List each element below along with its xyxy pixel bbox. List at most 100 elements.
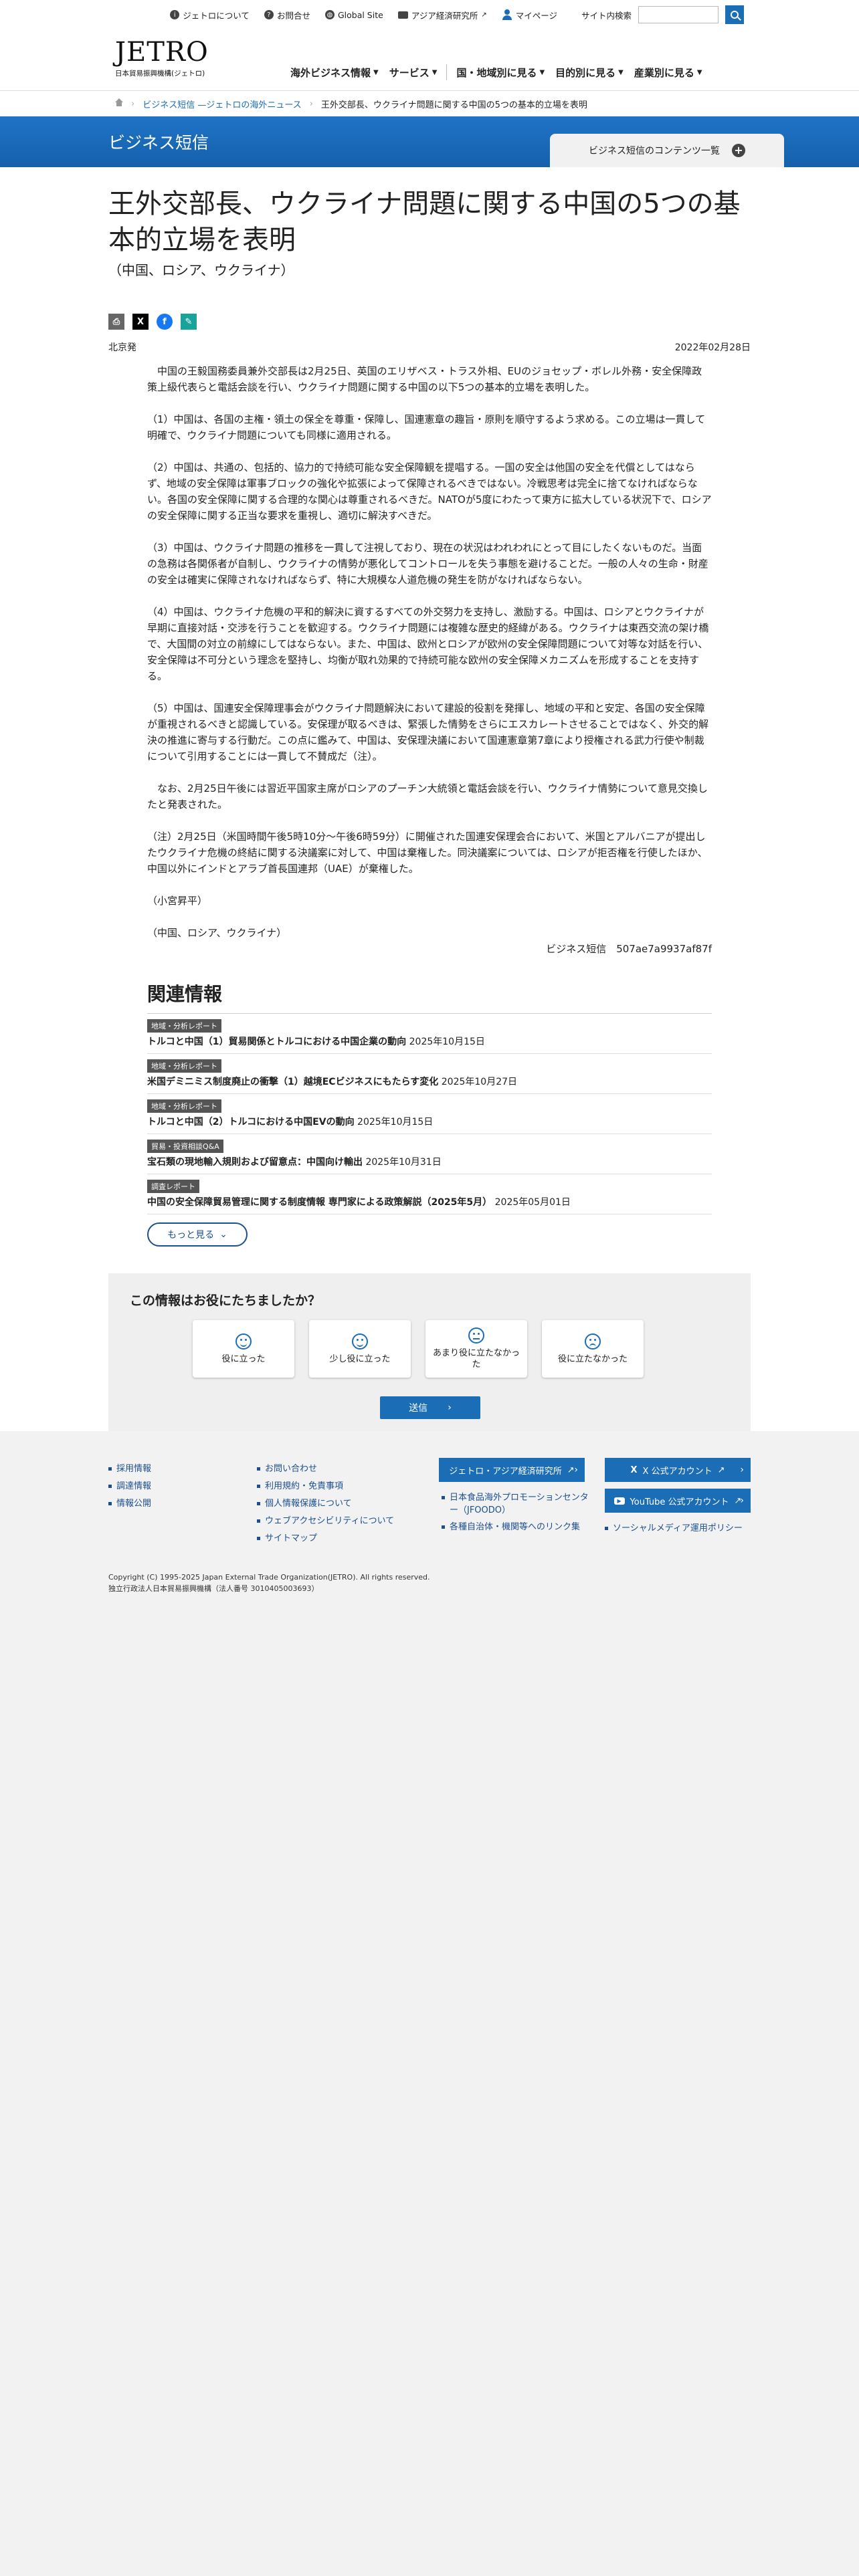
yt-banner-label: YouTube 公式アカウント [630,1497,729,1507]
contact-link[interactable]: ? お問合せ [264,9,310,21]
footer-link[interactable]: 各種自治体・機関等へのリンク集 [442,1521,589,1533]
home-link[interactable] [115,98,123,109]
footer-link[interactable]: 調達情報 [108,1478,151,1495]
related-item[interactable]: 地域・分析レポート トルコと中国（1）貿易関係とトルコにおける中国企業の動向 2… [147,1014,712,1054]
survey-option-helpful[interactable]: 役に立った [193,1320,294,1378]
note-share-icon[interactable]: ✎ [181,314,197,330]
chevron-right-icon: › [740,1465,744,1475]
info-icon: i [170,10,180,19]
footer-link[interactable]: お問い合わせ [257,1461,394,1478]
footer-link[interactable]: 日本食品海外プロモーションセンター（JFOODO） [442,1491,589,1517]
footer-links-left: 日本食品海外プロモーションセンター（JFOODO） 各種自治体・機関等へのリンク… [442,1491,589,1537]
article-meta: 北京発 2022年02月28日 [108,340,751,354]
youtube-icon: ▶ [613,1497,625,1505]
global-site-label: Global Site [337,9,383,20]
nav-label: 海外ビジネス情報 [290,66,371,79]
chevron-right-icon: › [309,98,313,109]
print-icon[interactable]: ⎙ [108,314,124,330]
x-share-icon[interactable]: X [132,314,149,330]
related-tag: 調査レポート [147,1180,199,1193]
footer-link[interactable]: 採用情報 [108,1461,151,1478]
chevron-right-icon: › [574,1465,578,1475]
nav-by-region[interactable]: 国・地域別に見る ▼ [451,64,550,80]
mypage-label: マイページ [515,10,557,21]
author: （小宮昇平） [147,895,208,907]
nav-label: サービス [389,66,430,79]
sad-face-icon [585,1333,601,1350]
nav-by-purpose[interactable]: 目的別に見る ▼ [550,64,629,80]
site-header: JETRO 日本貿易振興機構(ジェトロ) 海外ビジネス情報 ▼ サービス ▼ 国・地… [0,29,859,91]
chevron-right-icon: › [448,1402,452,1413]
section-banner: ビジネス短信 ビジネス短信のコンテンツ一覧 + [0,116,859,167]
breadcrumb-section-link[interactable]: ビジネス短信 —ジェトロの海外ニュース [142,98,301,110]
footer-link[interactable]: 個人情報保護について [257,1495,394,1513]
paragraph: （4）中国は、ウクライナ危機の平和的解決に資するすべての外交努力を支持し、激励す… [147,606,709,682]
footer-link[interactable]: 利用規約・免責事項 [257,1478,394,1495]
caret-down-icon: ▼ [539,68,545,76]
related-title: 米国デミニミス制度廃止の衝撃（1）越境ECビジネスにもたらす変化 [147,1077,439,1087]
related-tag: 貿易・投資相談Q&A [147,1140,223,1153]
ide-link[interactable]: アジア経済研究所 ↗ [397,9,487,21]
related-item[interactable]: 地域・分析レポート 米国デミニミス制度廃止の衝撃（1）越境ECビジネスにもたらす… [147,1054,712,1094]
footer-links-right: ソーシャルメディア運用ポリシー [605,1522,759,1539]
related-date: 2025年05月01日 [494,1197,571,1208]
caret-down-icon: ▼ [618,68,624,76]
contents-list-tab[interactable]: ビジネス短信のコンテンツ一覧 + [550,134,784,167]
jetro-logo[interactable]: JETRO 日本貿易振興機構(ジェトロ) [115,37,209,78]
nav-by-industry[interactable]: 産業別に見る ▼ [629,64,708,80]
survey-option-not-helpful[interactable]: 役に立たなかった [542,1320,644,1378]
mypage-link[interactable]: マイページ [502,9,557,21]
footer-link[interactable]: 情報公開 [108,1495,151,1513]
ide-banner[interactable]: ジェトロ・アジア経済研究所 ↗ › [439,1458,585,1482]
more-label: もっと見る [167,1230,215,1241]
breadcrumb: › ビジネス短信 —ジェトロの海外ニュース › 王外交部長、ウクライナ問題に関す… [0,91,859,116]
footer-link[interactable]: ウェブアクセシビリティについて [257,1513,394,1530]
chevron-right-icon: › [740,1495,744,1506]
caret-down-icon: ▼ [696,68,702,76]
plus-icon: + [732,144,745,157]
paragraph: 中国の王毅国務委員兼外交部長は2月25日、英国のエリザベス・トラス外相、EUのジ… [147,365,702,393]
share-bar: ⎙ X f ✎ [108,314,751,330]
about-link[interactable]: i ジェトロについて [170,9,250,21]
nav-overseas-business[interactable]: 海外ビジネス情報 ▼ [285,64,384,80]
related-item[interactable]: 貿易・投資相談Q&A 宝石類の現地輸入規則および留意点：中国向け輸出 2025年… [147,1134,712,1174]
footer-link[interactable]: サイトマップ [257,1530,394,1547]
caret-down-icon: ▼ [432,68,438,76]
site-search: サイト内検索 [581,5,744,24]
search-label: サイト内検索 [581,10,632,21]
submit-button[interactable]: 送信 › [380,1396,480,1419]
survey-option-somewhat[interactable]: 少し役に立った [309,1320,411,1378]
related-date: 2025年10月15日 [409,1037,485,1047]
publish-date: 2022年02月28日 [674,342,751,353]
nav-services[interactable]: サービス ▼ [384,64,443,80]
search-button[interactable] [725,5,744,24]
external-link-icon: ↗ [567,1465,575,1475]
ide-banner-label: ジェトロ・アジア経済研究所 [449,1466,562,1477]
more-button[interactable]: もっと見る ⌄ [147,1222,248,1247]
related-tag: 地域・分析レポート [147,1019,221,1033]
footer-link[interactable]: ソーシャルメディア運用ポリシー [605,1522,759,1535]
utility-bar: i ジェトロについて ? お問合せ ◍ Global Site アジア経済研究所 ↗ マ… [0,0,859,29]
smile-face-icon [352,1333,368,1350]
survey-option-not-much[interactable]: あまり役に立たなかった [425,1320,527,1378]
related-date: 2025年10月27日 [441,1077,518,1087]
x-account-banner[interactable]: X X 公式アカウント ↗ › [605,1458,751,1482]
nav-divider [446,64,448,80]
logo-subtitle: 日本貿易振興機構(ジェトロ) [115,70,205,78]
survey-options: 役に立った 少し役に立った あまり役に立たなかった 役に立たなかった [193,1320,644,1378]
globe-icon: ◍ [324,10,335,19]
facebook-share-icon[interactable]: f [157,314,173,330]
search-input[interactable] [638,6,719,23]
page-title: 王外交部長、ウクライナ問題に関する中国の5つの基本的立場を表明 [108,189,741,255]
youtube-account-banner[interactable]: ▶ YouTube 公式アカウント ↗ › [605,1489,751,1513]
article-body: 中国の王毅国務委員兼外交部長は2月25日、英国のエリザベス・トラス外相、EUのジ… [147,363,712,957]
related-item[interactable]: 地域・分析レポート トルコと中国（2）トルコにおける中国EVの動向 2025年1… [147,1094,712,1134]
global-site-link[interactable]: ◍ Global Site [324,9,383,20]
logo-wordmark: JETRO [115,37,209,68]
feedback-survey: この情報はお役にたちましたか？ 役に立った 少し役に立った あまり役に立たなかっ… [108,1273,751,1434]
global-nav: 海外ビジネス情報 ▼ サービス ▼ 国・地域別に見る ▼ 目的別に見る ▼ 産業別に見る… [285,64,708,80]
copyright: Copyright (C) 1995-2025 Japan External T… [108,1572,430,1594]
related-item[interactable]: 調査レポート 中国の安全保障貿易管理に関する制度情報 専門家による政策解説（20… [147,1174,712,1214]
related-title: トルコと中国（1）貿易関係とトルコにおける中国企業の動向 [147,1037,407,1047]
neutral-face-icon [468,1327,484,1344]
